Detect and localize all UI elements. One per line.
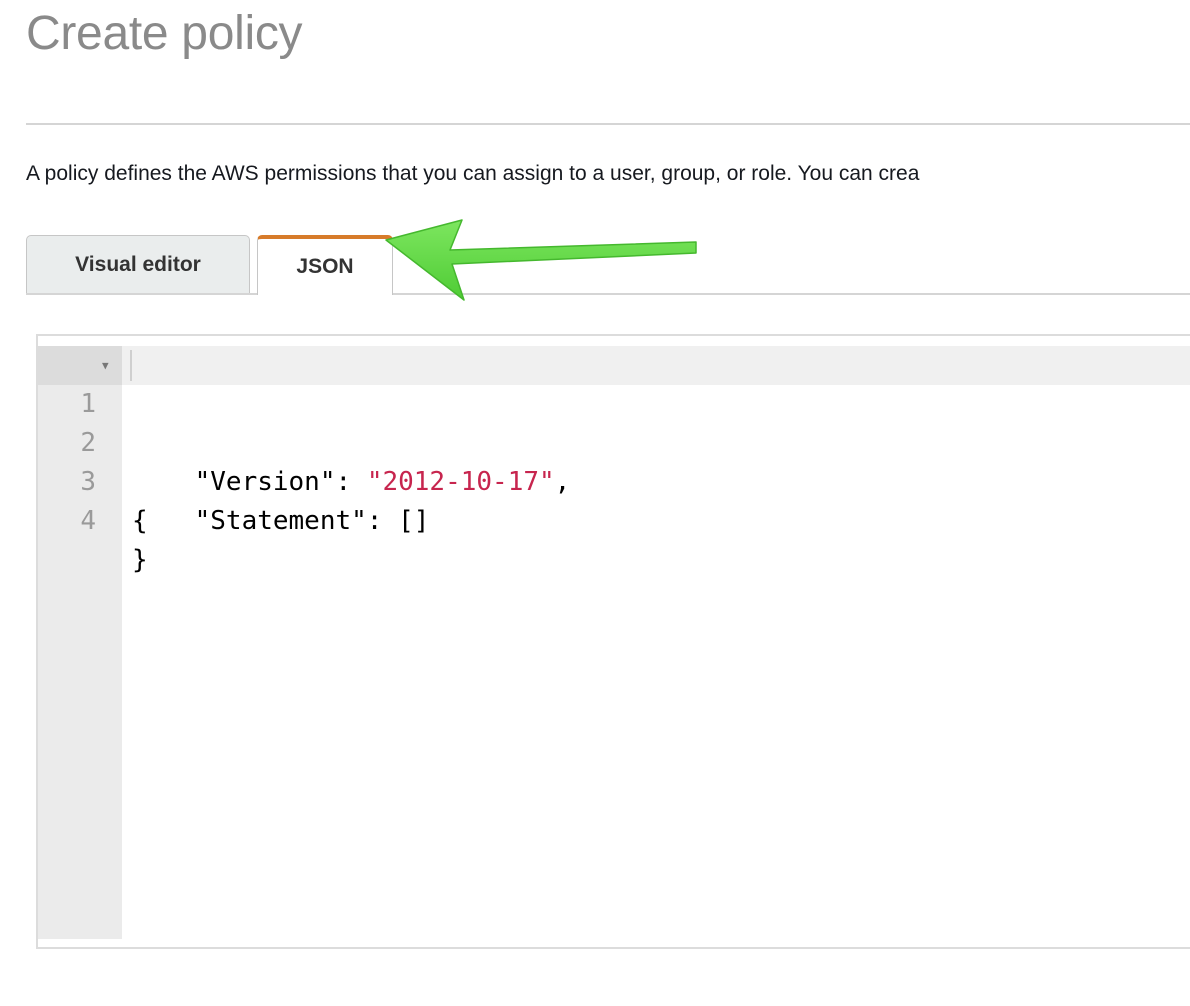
code-line: 3 "Statement": []: [38, 424, 1190, 536]
code-token: }: [132, 545, 148, 575]
code-line: 1 ▼ {: [38, 346, 1190, 536]
json-policy-editor[interactable]: 1 ▼ { 2 "Version": "2012-10-17", 3 "Stat…: [36, 334, 1190, 949]
page-title: Create policy: [26, 7, 303, 60]
tab-visual-editor-label: Visual editor: [75, 252, 201, 276]
code-line: 2 "Version": "2012-10-17",: [38, 385, 1190, 497]
text-cursor: [130, 350, 132, 381]
code-text: "Statement": []: [132, 502, 430, 541]
code-line: 4 }: [38, 463, 1190, 575]
create-policy-page: Create policy A policy defines the AWS p…: [0, 0, 1190, 1006]
policy-description: A policy defines the AWS permissions tha…: [26, 162, 920, 185]
tab-json[interactable]: JSON: [257, 235, 393, 295]
tab-visual-editor[interactable]: Visual editor: [26, 235, 250, 293]
title-divider: [26, 123, 1190, 125]
code-token: "Statement": []: [132, 506, 430, 536]
tab-json-label: JSON: [296, 255, 354, 278]
line-number: 4: [80, 506, 96, 536]
code-text: }: [132, 541, 148, 580]
arrow-left-icon: [385, 219, 697, 301]
fold-toggle-icon[interactable]: ▼: [102, 346, 109, 385]
